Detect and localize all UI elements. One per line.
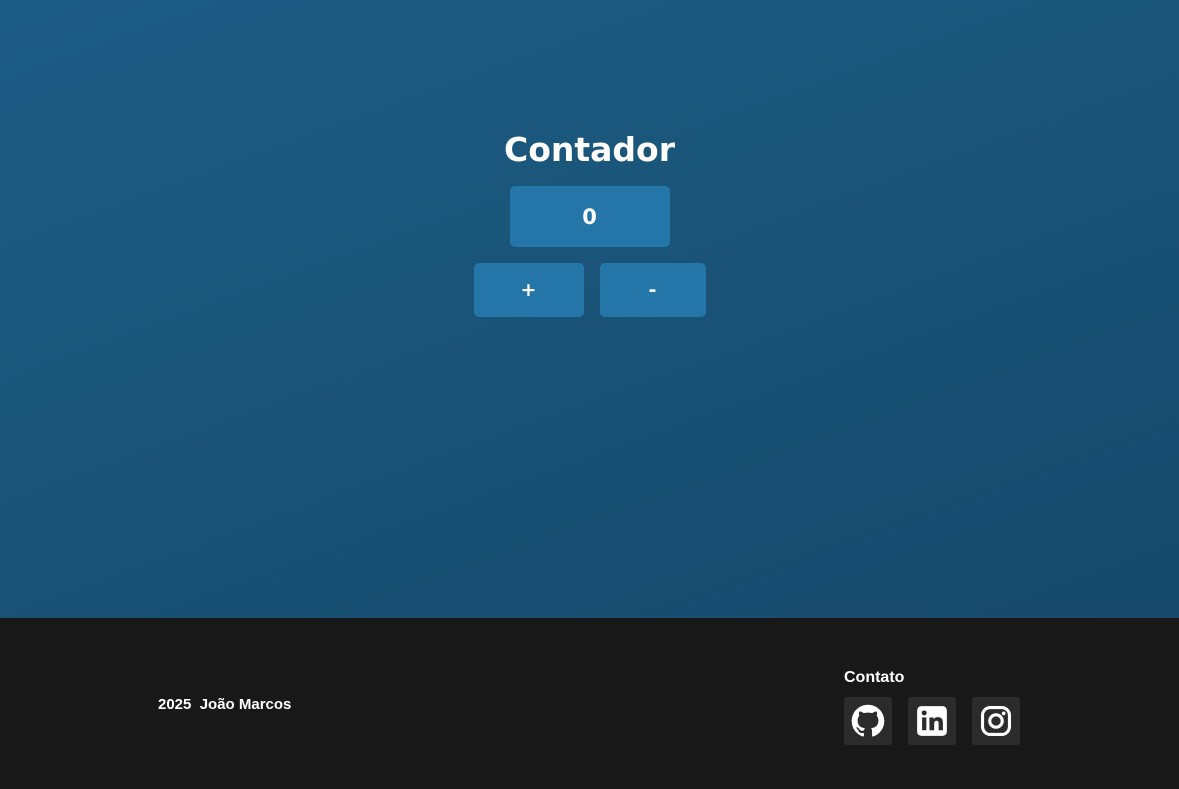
counter-buttons: + - [473, 263, 706, 317]
instagram-link[interactable] [972, 697, 1020, 745]
linkedin-icon [917, 706, 947, 736]
footer: 2025 João Marcos Contato [0, 618, 1179, 789]
main-section: Contador 0 + - [0, 0, 1179, 618]
counter-container: Contador 0 + - [0, 0, 1179, 317]
github-icon [851, 704, 885, 737]
instagram-icon [980, 705, 1012, 737]
copyright-text: 2025 João Marcos [158, 696, 292, 713]
social-links [844, 697, 1020, 745]
contact-title: Contato [844, 669, 905, 686]
decrement-button[interactable]: - [599, 263, 706, 317]
counter-display: 0 [509, 186, 670, 247]
github-link[interactable] [844, 697, 892, 745]
increment-button[interactable]: + [473, 263, 584, 317]
linkedin-link[interactable] [908, 697, 956, 745]
contact-section: Contato [844, 668, 1020, 745]
page-title: Contador [504, 130, 675, 169]
